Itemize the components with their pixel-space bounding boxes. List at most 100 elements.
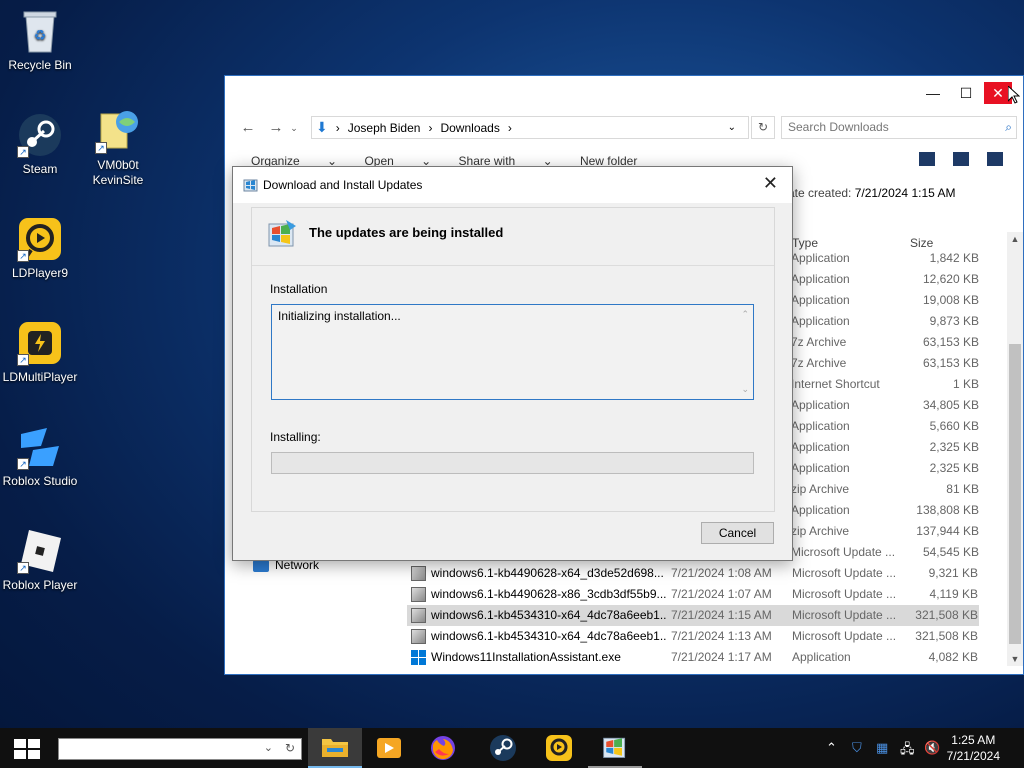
explorer-titlebar: — ☐ ✕ bbox=[225, 76, 1023, 112]
steam-icon: ↗ bbox=[17, 112, 63, 158]
dropdown-chevron-icon[interactable]: ⌄ bbox=[264, 741, 273, 754]
installation-label: Installation bbox=[270, 282, 328, 296]
recycle-bin-icon: ♻ bbox=[17, 8, 63, 54]
media-player-icon bbox=[377, 738, 401, 758]
search-input[interactable]: Search Downloads ⌕ bbox=[781, 116, 1017, 139]
help-icon[interactable] bbox=[987, 152, 1003, 166]
roblox-player-icon: ↗ bbox=[17, 528, 63, 574]
mouse-cursor-icon bbox=[1007, 84, 1021, 107]
breadcrumb-separator-icon: › bbox=[335, 120, 340, 135]
refresh-icon[interactable]: ↻ bbox=[285, 741, 295, 755]
maximize-button[interactable]: ☐ bbox=[951, 82, 981, 104]
windows-update-icon bbox=[266, 218, 298, 250]
show-hidden-icons-chevron-icon[interactable]: ⌃ bbox=[826, 740, 837, 756]
desktop-icon-label: LDPlayer9 bbox=[11, 266, 69, 280]
file-row-partial[interactable]: zip Archive 81 KB bbox=[791, 479, 979, 500]
steam-icon bbox=[490, 735, 516, 761]
scroll-down-icon[interactable]: ▼ bbox=[1007, 654, 1023, 664]
file-row-partial[interactable]: Application 34,805 KB bbox=[791, 395, 979, 416]
recent-locations-chevron-icon[interactable]: ⌄ bbox=[287, 116, 301, 140]
start-button[interactable] bbox=[14, 739, 40, 759]
file-row-partial[interactable]: Application 2,325 KB bbox=[791, 437, 979, 458]
search-placeholder: Search Downloads bbox=[788, 120, 889, 134]
file-row-partial[interactable]: Application 19,008 KB bbox=[791, 290, 979, 311]
file-row-partial[interactable]: 7z Archive 63,153 KB bbox=[791, 353, 979, 374]
file-row-partial[interactable]: Application 12,620 KB bbox=[791, 269, 979, 290]
firefox-icon bbox=[431, 736, 455, 760]
change-view-icon[interactable] bbox=[919, 152, 935, 166]
ldplayer-icon bbox=[546, 735, 572, 761]
security-shield-icon[interactable]: ⛉ bbox=[852, 740, 862, 756]
breadcrumb-item[interactable]: Joseph Biden bbox=[348, 121, 421, 135]
cancel-button[interactable]: Cancel bbox=[701, 522, 774, 544]
shortcut-arrow-icon: ↗ bbox=[17, 250, 29, 262]
dialog-heading: The updates are being installed bbox=[309, 225, 504, 240]
volume-muted-icon[interactable]: 🔇 bbox=[924, 740, 940, 756]
desktop-icon-label: Roblox Player bbox=[2, 578, 78, 592]
update-package-icon bbox=[411, 608, 426, 623]
taskbar-address-input[interactable]: ⌄ ↻ bbox=[58, 738, 302, 760]
file-row-partial[interactable]: Microsoft Update ... 54,545 KB bbox=[791, 542, 979, 563]
file-row[interactable]: Windows11InstallationAssistant.exe 7/21/… bbox=[407, 647, 979, 668]
file-row-partial[interactable]: 7z Archive 63,153 KB bbox=[791, 332, 979, 353]
desktop-icon-roblox-studio[interactable]: ↗ Roblox Studio bbox=[0, 424, 80, 489]
taskbar-steam[interactable] bbox=[476, 728, 530, 768]
ldmultiplayer-icon: ↗ bbox=[17, 320, 63, 366]
scrollbar-thumb[interactable] bbox=[1009, 344, 1021, 644]
system-clock[interactable]: 1:25 AM 7/21/2024 bbox=[947, 732, 1000, 764]
desktop-icon-roblox-player[interactable]: ↗ Roblox Player bbox=[0, 528, 80, 593]
file-row[interactable]: windows6.1-kb4490628-x86_3cdb3df55b9... … bbox=[407, 584, 979, 605]
scroll-down-icon[interactable]: ⌄ bbox=[741, 384, 749, 395]
details-date-created: ate created: 7/21/2024 1:15 AM bbox=[788, 186, 956, 200]
desktop-icon-vm0b0t[interactable]: ↗ VM0b0t KevinSite bbox=[78, 108, 158, 188]
ldplayer-icon: ↗ bbox=[17, 216, 63, 262]
shortcut-arrow-icon: ↗ bbox=[95, 142, 107, 154]
update-package-icon bbox=[411, 629, 426, 644]
desktop-icon-ldmultiplayer[interactable]: ↗ LDMultiPlayer bbox=[0, 320, 80, 385]
desktop-icon-ldplayer9[interactable]: ↗ LDPlayer9 bbox=[0, 216, 80, 281]
desktop-icon-label: LDMultiPlayer bbox=[2, 370, 78, 384]
scroll-up-icon[interactable]: ▲ bbox=[1007, 234, 1023, 244]
vertical-scrollbar[interactable]: ▲ ▼ bbox=[1007, 232, 1023, 666]
breadcrumb-item[interactable]: Downloads bbox=[440, 121, 499, 135]
dialog-title: Download and Install Updates bbox=[263, 178, 423, 192]
desktop-icon-steam[interactable]: ↗ Steam bbox=[0, 112, 80, 177]
taskbar-media-player[interactable] bbox=[362, 728, 416, 768]
taskbar: ⌄ ↻ ⌃ ⛉ ▦ 🖧 🔇 1:25 AM 7/21/2024 bbox=[0, 728, 1024, 768]
windows-logo-icon bbox=[411, 650, 426, 665]
installation-log-textarea[interactable]: Initializing installation... ⌃ ⌄ bbox=[271, 304, 754, 400]
network-icon[interactable]: 🖧 bbox=[900, 740, 915, 762]
file-row-partial[interactable]: Internet Shortcut 1 KB bbox=[791, 374, 979, 395]
address-dropdown-icon[interactable]: ⌄ bbox=[728, 122, 736, 133]
file-row-partial[interactable]: Application 138,808 KB bbox=[791, 500, 979, 521]
refresh-button[interactable]: ↻ bbox=[751, 116, 775, 139]
desktop-icon-label: Recycle Bin bbox=[8, 58, 72, 72]
taskbar-windows-update[interactable] bbox=[588, 728, 642, 768]
install-updates-dialog: Download and Install Updates ✕ The updat… bbox=[232, 166, 793, 561]
taskbar-firefox[interactable] bbox=[416, 728, 470, 768]
apps-grid-icon[interactable]: ▦ bbox=[876, 740, 888, 756]
file-row[interactable]: windows6.1-kb4534310-x64_4dc78a6eeb1... … bbox=[407, 626, 979, 647]
windows-update-icon bbox=[603, 737, 626, 758]
file-row-selected[interactable]: windows6.1-kb4534310-x64_4dc78a6eeb1... … bbox=[407, 605, 979, 626]
file-row-partial[interactable]: Application 5,660 KB bbox=[791, 416, 979, 437]
file-row-partial[interactable]: Application 2,325 KB bbox=[791, 458, 979, 479]
windows-logo-icon bbox=[14, 739, 26, 748]
file-row-partial[interactable]: Application 9,873 KB bbox=[791, 311, 979, 332]
installing-label: Installing: bbox=[270, 430, 321, 444]
back-button[interactable]: ← bbox=[237, 116, 259, 140]
file-row-partial[interactable]: zip Archive 137,944 KB bbox=[791, 521, 979, 542]
file-row-partial[interactable]: Application 1,842 KB bbox=[791, 248, 979, 269]
desktop-icon-recycle-bin[interactable]: ♻ Recycle Bin bbox=[0, 8, 80, 73]
dialog-close-icon[interactable]: ✕ bbox=[763, 173, 778, 194]
svg-text:♻: ♻ bbox=[34, 27, 47, 43]
address-bar[interactable]: ⬇ › Joseph Biden › Downloads › ⌄ bbox=[311, 116, 749, 139]
taskbar-file-explorer[interactable] bbox=[308, 728, 362, 768]
minimize-button[interactable]: — bbox=[918, 82, 948, 104]
taskbar-ldplayer[interactable] bbox=[532, 728, 586, 768]
scroll-up-icon[interactable]: ⌃ bbox=[741, 309, 749, 320]
preview-pane-icon[interactable] bbox=[953, 152, 969, 166]
file-row[interactable]: windows6.1-kb4490628-x64_d3de52d698... 7… bbox=[407, 563, 979, 584]
forward-button[interactable]: → bbox=[265, 116, 287, 140]
address-row: ← → ⌄ ⬇ › Joseph Biden › Downloads › ⌄ ↻… bbox=[233, 116, 1017, 140]
